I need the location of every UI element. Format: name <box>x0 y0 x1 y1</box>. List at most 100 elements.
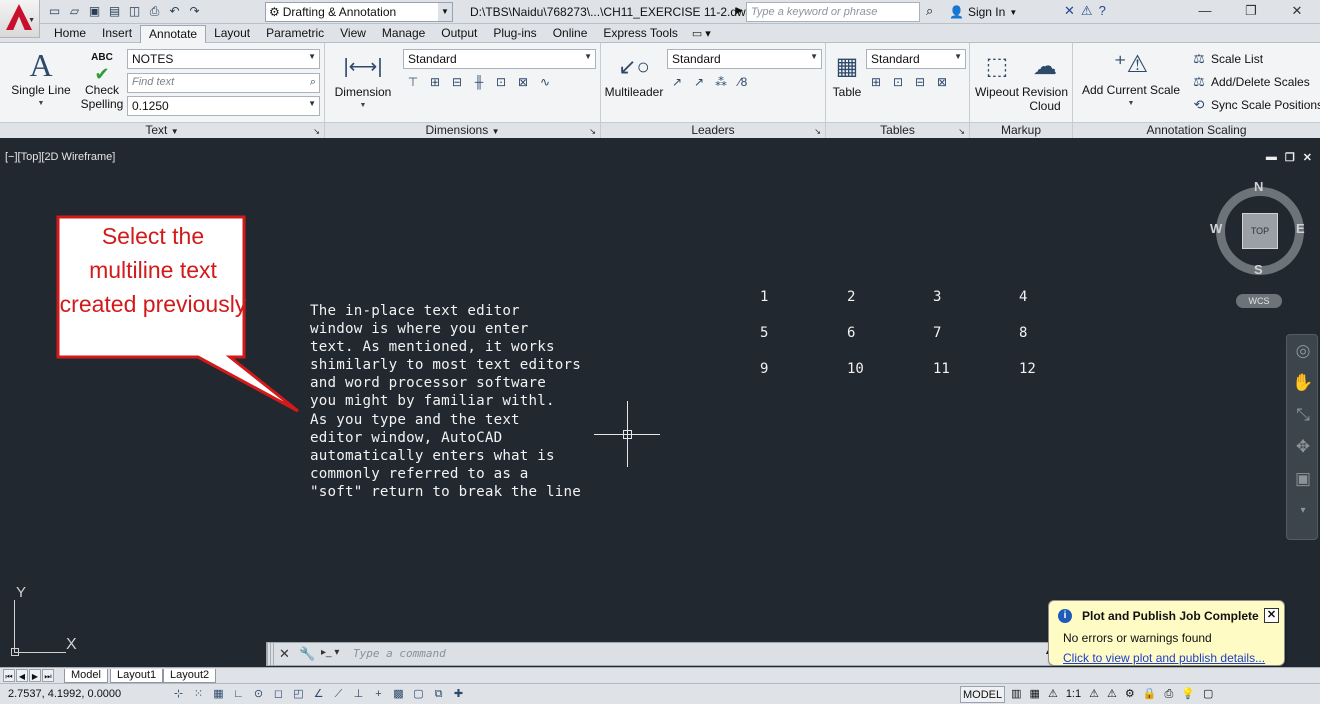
undo-icon[interactable]: ↶ <box>166 3 183 20</box>
dialog-launcher-icon[interactable]: ↘ <box>958 124 965 139</box>
close-icon[interactable]: ✕ <box>279 646 290 662</box>
steering-wheel-icon[interactable]: ◎ <box>1287 335 1319 367</box>
redo-icon[interactable]: ↷ <box>186 3 203 20</box>
align-leaders-icon[interactable]: ⁂ <box>711 72 731 92</box>
leaders-panel-title[interactable]: Leaders ↘ <box>601 122 825 138</box>
lineweight-icon[interactable]: + <box>370 686 387 703</box>
command-prompt-icon[interactable]: ▸_ ▾ <box>321 647 339 658</box>
download-icon[interactable]: ⊟ <box>910 72 930 92</box>
tab-parametric[interactable]: Parametric <box>258 25 332 43</box>
dialog-launcher-icon[interactable]: ↘ <box>589 124 596 139</box>
dynamic-input-icon[interactable]: ⊥ <box>350 686 367 703</box>
tab-model[interactable]: Model <box>64 669 108 683</box>
jogged-linear-icon[interactable]: ∿ <box>535 72 555 92</box>
remove-leader-icon[interactable]: ↗ <box>689 72 709 92</box>
tab-plug-ins[interactable]: Plug-ins <box>485 25 544 43</box>
add-leader-icon[interactable]: ↗ <box>667 72 687 92</box>
close-viewport-icon[interactable]: ✕ <box>1303 151 1312 164</box>
check-spelling-button[interactable]: ABC ✔ Check Spelling <box>78 51 126 111</box>
viewcube-top-face[interactable]: TOP <box>1239 210 1283 254</box>
compass-north[interactable]: N <box>1254 179 1263 194</box>
text-style-select[interactable]: NOTES ▼ <box>127 49 320 69</box>
text-height-select[interactable]: 0.1250 ▼ <box>127 96 320 116</box>
chevron-down-icon[interactable]: ▼ <box>438 3 452 21</box>
tab-output[interactable]: Output <box>433 25 485 43</box>
minimize-viewport-icon[interactable]: ▬ <box>1266 151 1277 164</box>
add-current-scale-button[interactable]: ⁺⚠ Add Current Scale ▼ <box>1081 49 1181 111</box>
stay-connected-icon[interactable]: ⚠ <box>1081 3 1093 19</box>
search-input[interactable]: Type a keyword or phrase <box>746 2 920 22</box>
tab-manage[interactable]: Manage <box>374 25 433 43</box>
annotation-scaling-panel-title[interactable]: Annotation Scaling <box>1073 122 1320 138</box>
annotation-monitor-icon[interactable]: ✚ <box>450 686 467 703</box>
minimize-icon[interactable]: — <box>1182 0 1228 22</box>
compass-west[interactable]: W <box>1210 221 1222 236</box>
grid-number[interactable]: 11 <box>933 361 950 377</box>
tab-express-tools[interactable]: Express Tools <box>595 25 685 43</box>
tab-online[interactable]: Online <box>545 25 596 43</box>
previous-tab-icon[interactable]: ◀ <box>16 669 28 682</box>
grid-number[interactable]: 2 <box>847 289 855 305</box>
workspace-switching-icon[interactable]: ⚙ <box>1123 686 1137 703</box>
link-data-icon[interactable]: ⊡ <box>888 72 908 92</box>
open-icon[interactable]: ▱ <box>66 3 83 20</box>
multileader-style-select[interactable]: Standard ▼ <box>667 49 822 69</box>
chevron-right-icon[interactable]: ▶ <box>736 5 743 16</box>
grid-number[interactable]: 3 <box>933 289 941 305</box>
plot-details-link[interactable]: Click to view plot and publish details..… <box>1063 651 1265 665</box>
grid-number[interactable]: 9 <box>760 361 768 377</box>
snap-mode-icon[interactable]: ⁙ <box>190 686 207 703</box>
tab-layout1[interactable]: Layout1 <box>110 669 164 683</box>
isolate-objects-icon[interactable]: 💡 <box>1179 686 1197 703</box>
grid-display-icon[interactable]: ▦ <box>210 686 227 703</box>
revision-cloud-button[interactable]: ☁ Revision Cloud <box>1020 51 1070 113</box>
annotation-visibility-icon[interactable]: ⚠ <box>1087 686 1101 703</box>
new-icon[interactable]: ▭ <box>46 3 63 20</box>
coordinate-display[interactable]: 2.7537, 4.1992, 0.0000 <box>8 688 121 700</box>
tab-annotate[interactable]: Annotate <box>140 25 207 43</box>
next-tab-icon[interactable]: ▶ <box>29 669 41 682</box>
collect-leaders-icon[interactable]: ∕8 <box>733 72 753 92</box>
viewport-controls-label[interactable]: [−][Top][2D Wireframe] <box>5 151 115 163</box>
orbit-icon[interactable]: ✥ <box>1287 431 1319 463</box>
grid-number[interactable]: 7 <box>933 325 941 341</box>
update-icon[interactable]: ⊠ <box>513 72 533 92</box>
pan-icon[interactable]: ✋ <box>1287 367 1319 399</box>
navbar-menu-icon[interactable]: ▾ <box>1287 495 1319 527</box>
save-as-icon[interactable]: ▤ <box>106 3 123 20</box>
table-style-select[interactable]: Standard ▼ <box>866 49 966 69</box>
dialog-launcher-icon[interactable]: ↘ <box>313 124 320 139</box>
command-input[interactable]: Type a command <box>353 647 446 660</box>
dimensions-panel-title[interactable]: Dimensions ▼ ↘ <box>325 122 600 138</box>
grid-number[interactable]: 5 <box>760 325 768 341</box>
binoculars-icon[interactable]: ⌕ <box>926 3 933 19</box>
add-delete-scales-button[interactable]: ⚖ Add/Delete Scales <box>1191 74 1310 90</box>
grid-number[interactable]: 10 <box>847 361 864 377</box>
extract-data-icon[interactable]: ⊞ <box>866 72 886 92</box>
application-menu-button[interactable]: ▼ <box>0 0 40 38</box>
multiline-text-object[interactable]: The in-place text editor window is where… <box>310 302 581 501</box>
wcs-menu[interactable]: WCS <box>1236 294 1282 308</box>
multileader-button[interactable]: ↙○ Multileader <box>603 51 665 99</box>
auto-scale-icon[interactable]: ⚠ <box>1105 686 1119 703</box>
tab-layout2[interactable]: Layout2 <box>163 669 217 683</box>
infer-constraints-icon[interactable]: ⊹ <box>170 686 187 703</box>
upload-icon[interactable]: ⊠ <box>932 72 952 92</box>
tab-view[interactable]: View <box>332 25 374 43</box>
annotation-scale-icon[interactable]: ⚠ <box>1046 686 1060 703</box>
drawing-area[interactable]: [−][Top][2D Wireframe] ▬ ❐ ✕ Select the … <box>0 147 1320 667</box>
tables-panel-title[interactable]: Tables ↘ <box>826 122 969 138</box>
text-panel-title[interactable]: Text ▼ ↘ <box>0 122 324 138</box>
selection-cycling-icon[interactable]: ⧉ <box>430 686 447 703</box>
dialog-launcher-icon[interactable]: ↘ <box>814 124 821 139</box>
dim-break-icon[interactable]: ╫ <box>469 72 489 92</box>
tab-layout[interactable]: Layout <box>206 25 258 43</box>
showmotion-icon[interactable]: ▣ <box>1287 463 1319 495</box>
polar-tracking-icon[interactable]: ⊙ <box>250 686 267 703</box>
plot-icon[interactable]: ⎙ <box>146 3 163 20</box>
grid-number[interactable]: 6 <box>847 325 855 341</box>
single-line-text-button[interactable]: A Single Line ▼ <box>10 49 72 111</box>
3d-object-snap-icon[interactable]: ◰ <box>290 686 307 703</box>
tab-home[interactable]: Home <box>46 25 94 43</box>
annotation-scale-value[interactable]: 1:1 <box>1064 686 1083 703</box>
